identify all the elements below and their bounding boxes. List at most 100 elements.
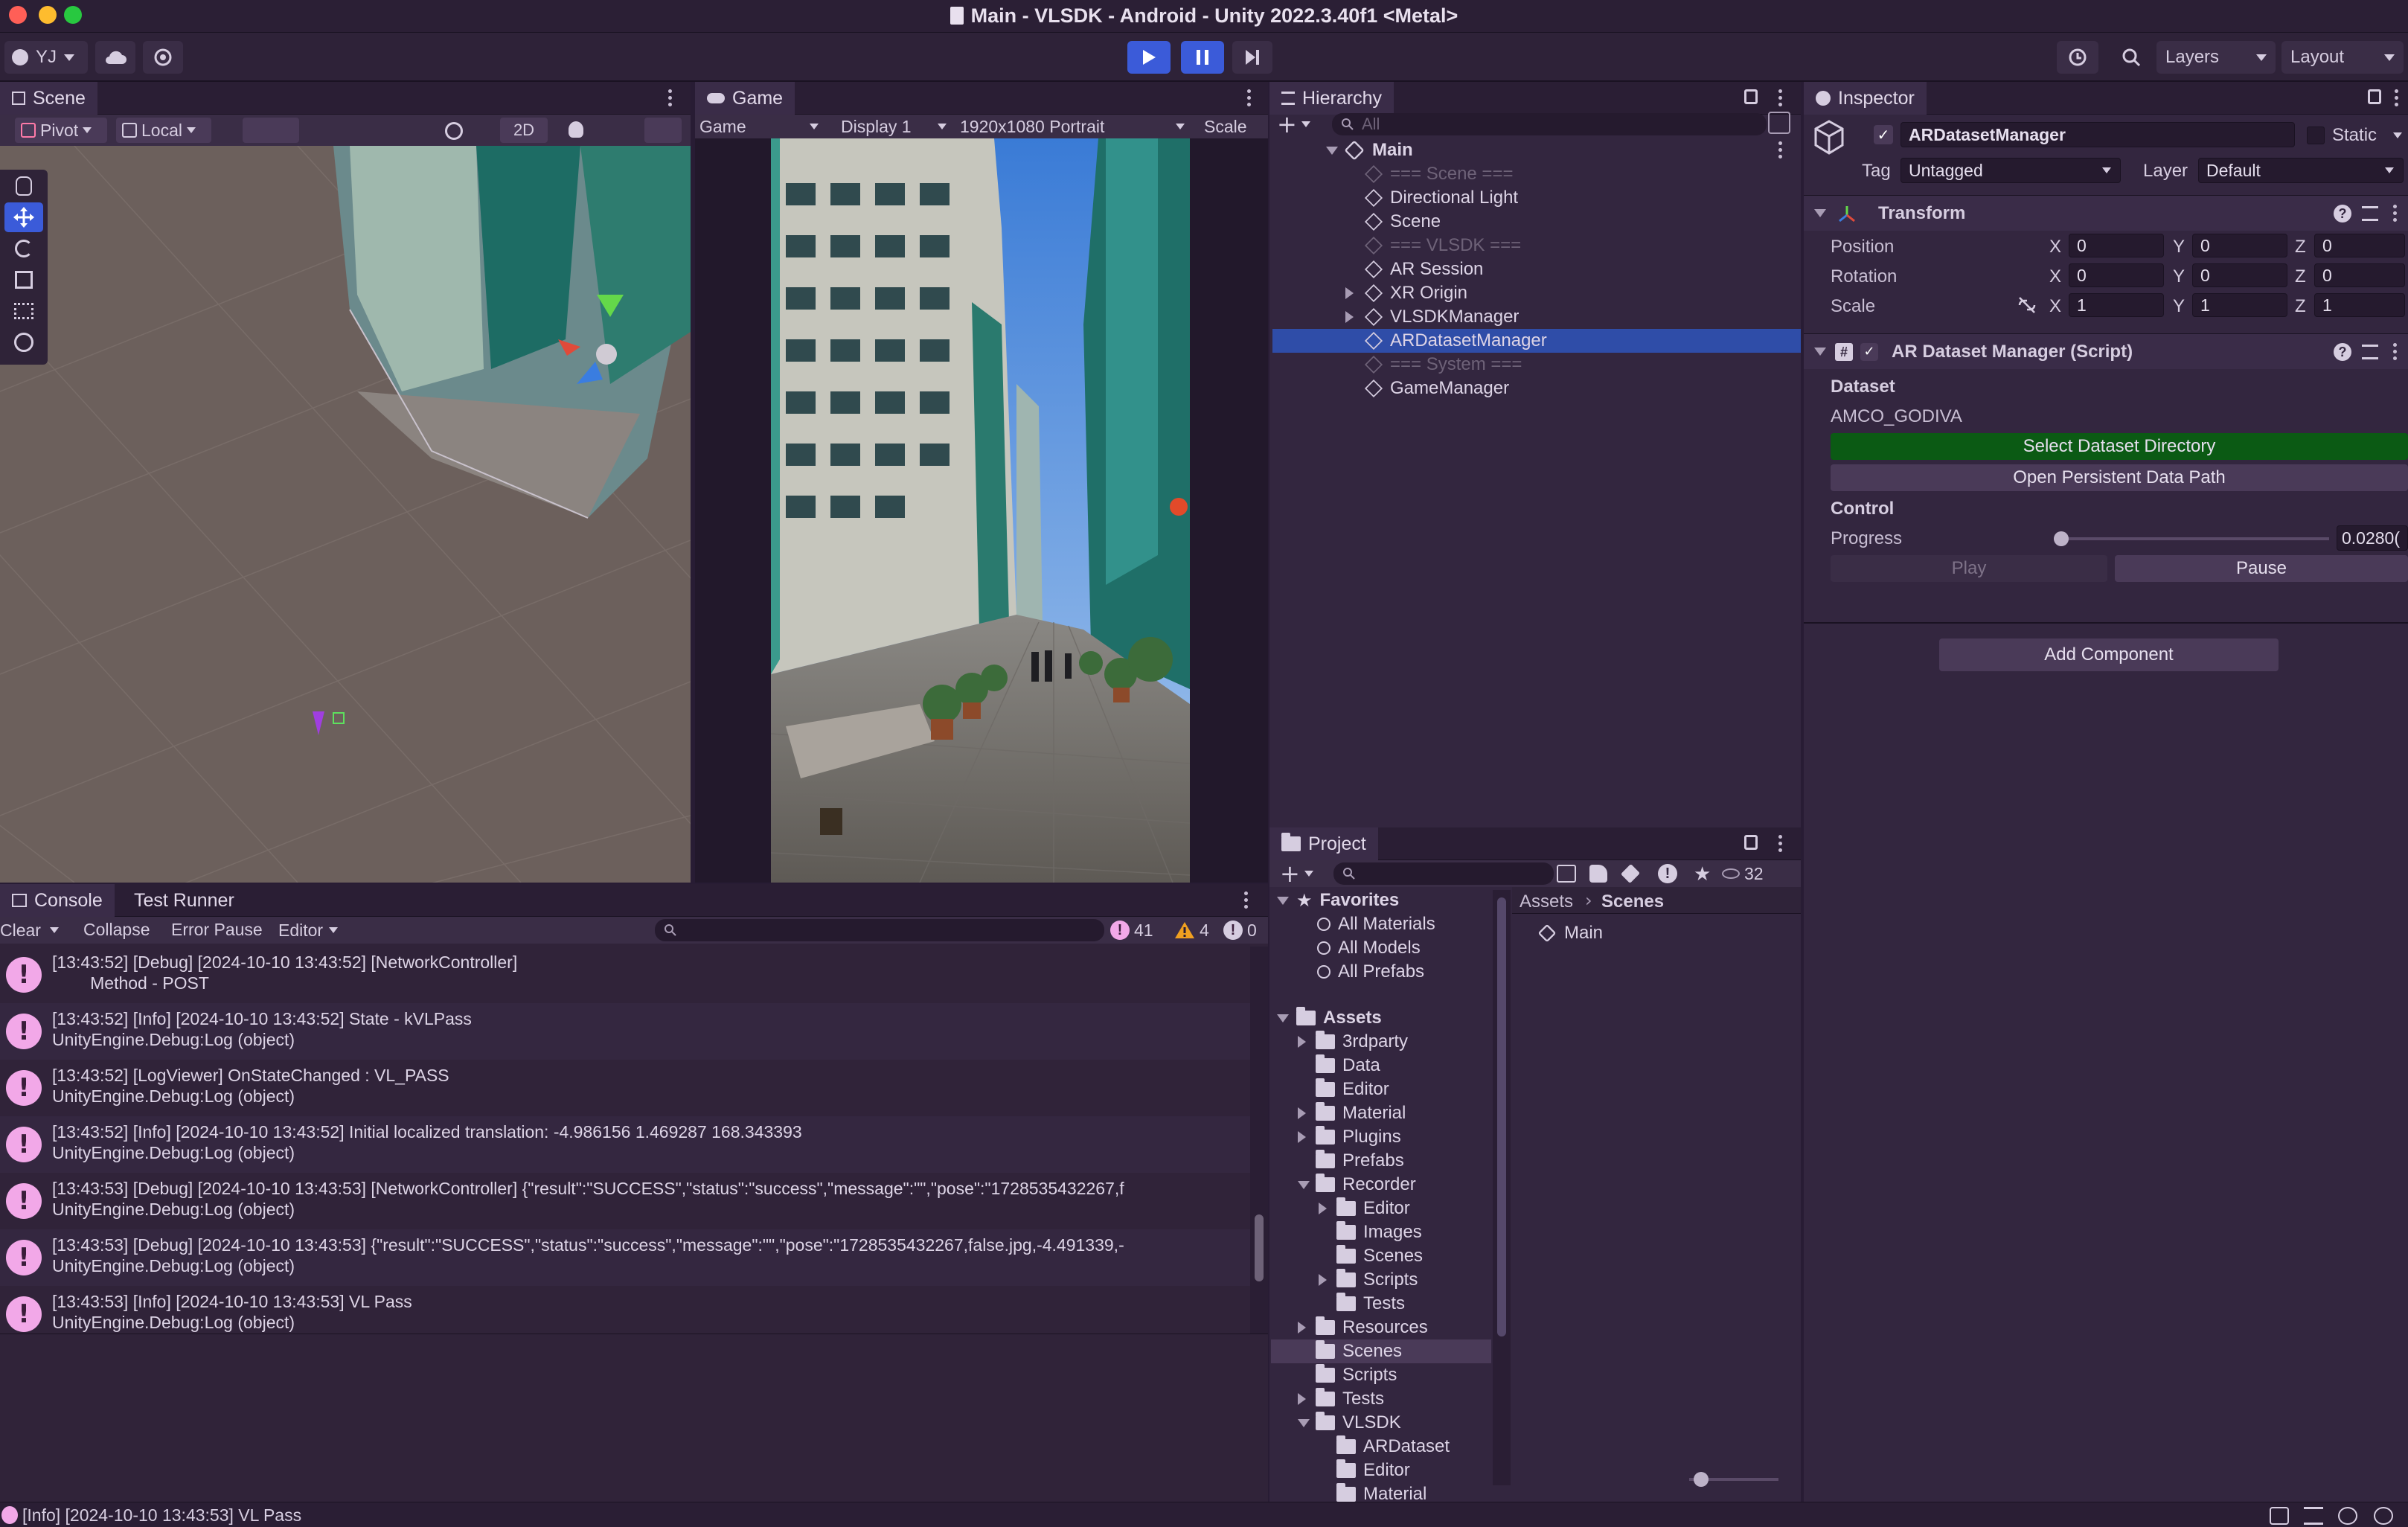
component-menu-icon[interactable]: [2393, 205, 2399, 222]
collab-button[interactable]: [143, 41, 183, 74]
project-folder[interactable]: VLSDK: [1271, 1411, 1491, 1435]
console-search-input[interactable]: [655, 919, 1104, 941]
hierarchy-root-menu-icon[interactable]: [1778, 141, 1784, 159]
transform-header[interactable]: Transform ?: [1804, 195, 2408, 231]
project-folder[interactable]: Material: [1271, 1101, 1491, 1125]
chevron-down-icon[interactable]: [2393, 132, 2402, 138]
hierarchy-item[interactable]: Directional Light: [1272, 186, 1801, 210]
network-icon[interactable]: [2338, 1507, 2357, 1525]
hierarchy-root-main[interactable]: Main: [1272, 138, 1801, 162]
layers-icon[interactable]: [2304, 1507, 2323, 1525]
cloud-button[interactable]: [95, 41, 135, 74]
snap-increment-button[interactable]: [305, 118, 348, 143]
breadcrumb-scenes[interactable]: Scenes: [1601, 891, 1664, 912]
presets-icon[interactable]: [2362, 345, 2378, 359]
static-checkbox[interactable]: [2307, 127, 2325, 144]
expand-arrow-icon[interactable]: [1298, 1036, 1316, 1048]
icon-size-slider[interactable]: [1689, 1472, 1778, 1487]
assets-root[interactable]: Assets: [1277, 1006, 1382, 1030]
pause-button[interactable]: [1181, 41, 1224, 74]
transform-y-field[interactable]: 0: [2192, 234, 2287, 257]
presets-icon[interactable]: [2362, 206, 2378, 221]
project-folder[interactable]: Recorder: [1271, 1173, 1491, 1197]
filter-by-type-icon[interactable]: [1589, 865, 1607, 883]
favorites-header[interactable]: ★ Favorites: [1277, 889, 1399, 912]
project-folder[interactable]: Tests: [1271, 1387, 1491, 1411]
status-bar[interactable]: [Info] [2024-10-10 13:43:53] VL Pass: [0, 1502, 2408, 1527]
create-dropdown[interactable]: +: [1277, 110, 1322, 138]
play-button[interactable]: [1127, 41, 1171, 74]
expand-arrow-icon[interactable]: [1345, 287, 1359, 299]
console-entry[interactable]: ! [13:43:52] [Info] [2024-10-10 13:43:52]…: [0, 1003, 1250, 1060]
lighting-toggle[interactable]: [558, 118, 594, 143]
asset-item-main-scene[interactable]: Main: [1537, 921, 1603, 945]
hand-tool-button[interactable]: [4, 171, 43, 201]
transform-x-field[interactable]: 1: [2069, 293, 2164, 317]
project-folder[interactable]: Scenes: [1271, 1339, 1491, 1363]
transform-z-field[interactable]: 0: [2314, 234, 2405, 257]
grid-snap-button[interactable]: [243, 118, 299, 143]
hierarchy-item[interactable]: ARDatasetManager: [1272, 329, 1801, 353]
favorite-item[interactable]: All Prefabs: [1317, 960, 1424, 984]
project-folder[interactable]: Plugins: [1271, 1125, 1491, 1149]
transform-tool-button[interactable]: [4, 327, 43, 357]
game-mode-dropdown[interactable]: Game: [699, 115, 826, 138]
expand-arrow-icon[interactable]: [1345, 311, 1359, 323]
layer-dropdown[interactable]: Default: [2198, 158, 2404, 183]
expand-arrow-icon[interactable]: [1298, 1131, 1316, 1143]
hierarchy-item[interactable]: AR Session: [1272, 257, 1801, 281]
help-icon[interactable]: ?: [2334, 343, 2351, 361]
hierarchy-item[interactable]: VLSDKManager: [1272, 305, 1801, 329]
tab-console[interactable]: Console: [0, 884, 115, 917]
scene-visibility-button[interactable]: [1768, 112, 1790, 134]
clear-dropdown[interactable]: Clear: [0, 918, 59, 942]
account-dropdown[interactable]: YJ: [4, 41, 88, 74]
favorite-item[interactable]: All Models: [1317, 936, 1421, 960]
project-folder[interactable]: Editor: [1271, 1078, 1491, 1101]
project-folder[interactable]: Editor: [1271, 1459, 1491, 1482]
transform-y-field[interactable]: 1: [2192, 293, 2287, 317]
local-dropdown[interactable]: Local: [116, 118, 211, 143]
console-menu-icon[interactable]: [1244, 891, 1250, 909]
console-entry[interactable]: ! [13:43:53] [Info] [2024-10-10 13:43:53]…: [0, 1286, 1250, 1334]
select-dataset-directory-button[interactable]: Select Dataset Directory: [1831, 433, 2408, 460]
collapse-toggle[interactable]: Collapse: [83, 920, 150, 940]
project-search-input[interactable]: [1333, 862, 1554, 885]
hierarchy-menu-icon[interactable]: [1778, 89, 1784, 106]
transform-y-field[interactable]: 0: [2192, 263, 2287, 287]
project-tree-scrollbar[interactable]: [1493, 890, 1511, 1485]
transform-z-field[interactable]: 1: [2314, 293, 2405, 317]
scene-viewport[interactable]: [0, 146, 691, 883]
project-folder[interactable]: Prefabs: [1271, 1149, 1491, 1173]
console-scrollbar[interactable]: [1250, 947, 1268, 1334]
search-by-type-icon[interactable]: [1557, 865, 1576, 883]
console-entry[interactable]: ! [13:43:53] [Debug] [2024-10-10 13:43:53…: [0, 1173, 1250, 1229]
project-folder[interactable]: Scripts: [1271, 1363, 1491, 1387]
project-folder[interactable]: Images: [1271, 1220, 1491, 1244]
audio-toggle[interactable]: [601, 118, 637, 143]
project-menu-icon[interactable]: [1778, 835, 1784, 852]
help-icon[interactable]: ?: [2334, 205, 2351, 223]
tab-test-runner[interactable]: Test Runner: [122, 884, 246, 917]
console-entry[interactable]: ! [13:43:52] [LogViewer] OnStateChanged :…: [0, 1060, 1250, 1116]
layers-dropdown[interactable]: Layers: [2156, 41, 2276, 74]
step-button[interactable]: [1232, 41, 1272, 74]
lock-icon[interactable]: [2368, 89, 2381, 104]
project-folder[interactable]: ARDataset: [1271, 1435, 1491, 1459]
display-dropdown[interactable]: Display 1: [841, 115, 952, 138]
error-count-toggle[interactable]: ! 0: [1223, 918, 1257, 942]
favorite-star-icon[interactable]: ★: [1694, 863, 1711, 886]
expand-arrow-icon[interactable]: [1298, 1393, 1316, 1405]
layout-dropdown[interactable]: Layout: [2281, 41, 2404, 74]
console-scrollbar-thumb[interactable]: [1255, 1214, 1264, 1281]
hidden-packages-toggle[interactable]: 32: [1722, 862, 1764, 885]
move-tool-button[interactable]: [4, 202, 43, 232]
effects-toggle[interactable]: [644, 118, 682, 143]
project-tree-scrollbar-thumb[interactable]: [1497, 897, 1506, 1336]
pivot-dropdown[interactable]: Pivot: [15, 118, 107, 143]
scene-menu-icon[interactable]: [668, 89, 674, 106]
hierarchy-item[interactable]: XR Origin: [1272, 281, 1801, 305]
project-folder[interactable]: Editor: [1271, 1197, 1491, 1220]
project-folder[interactable]: Data: [1271, 1054, 1491, 1078]
log-count-toggle[interactable]: ! 41: [1110, 918, 1153, 942]
